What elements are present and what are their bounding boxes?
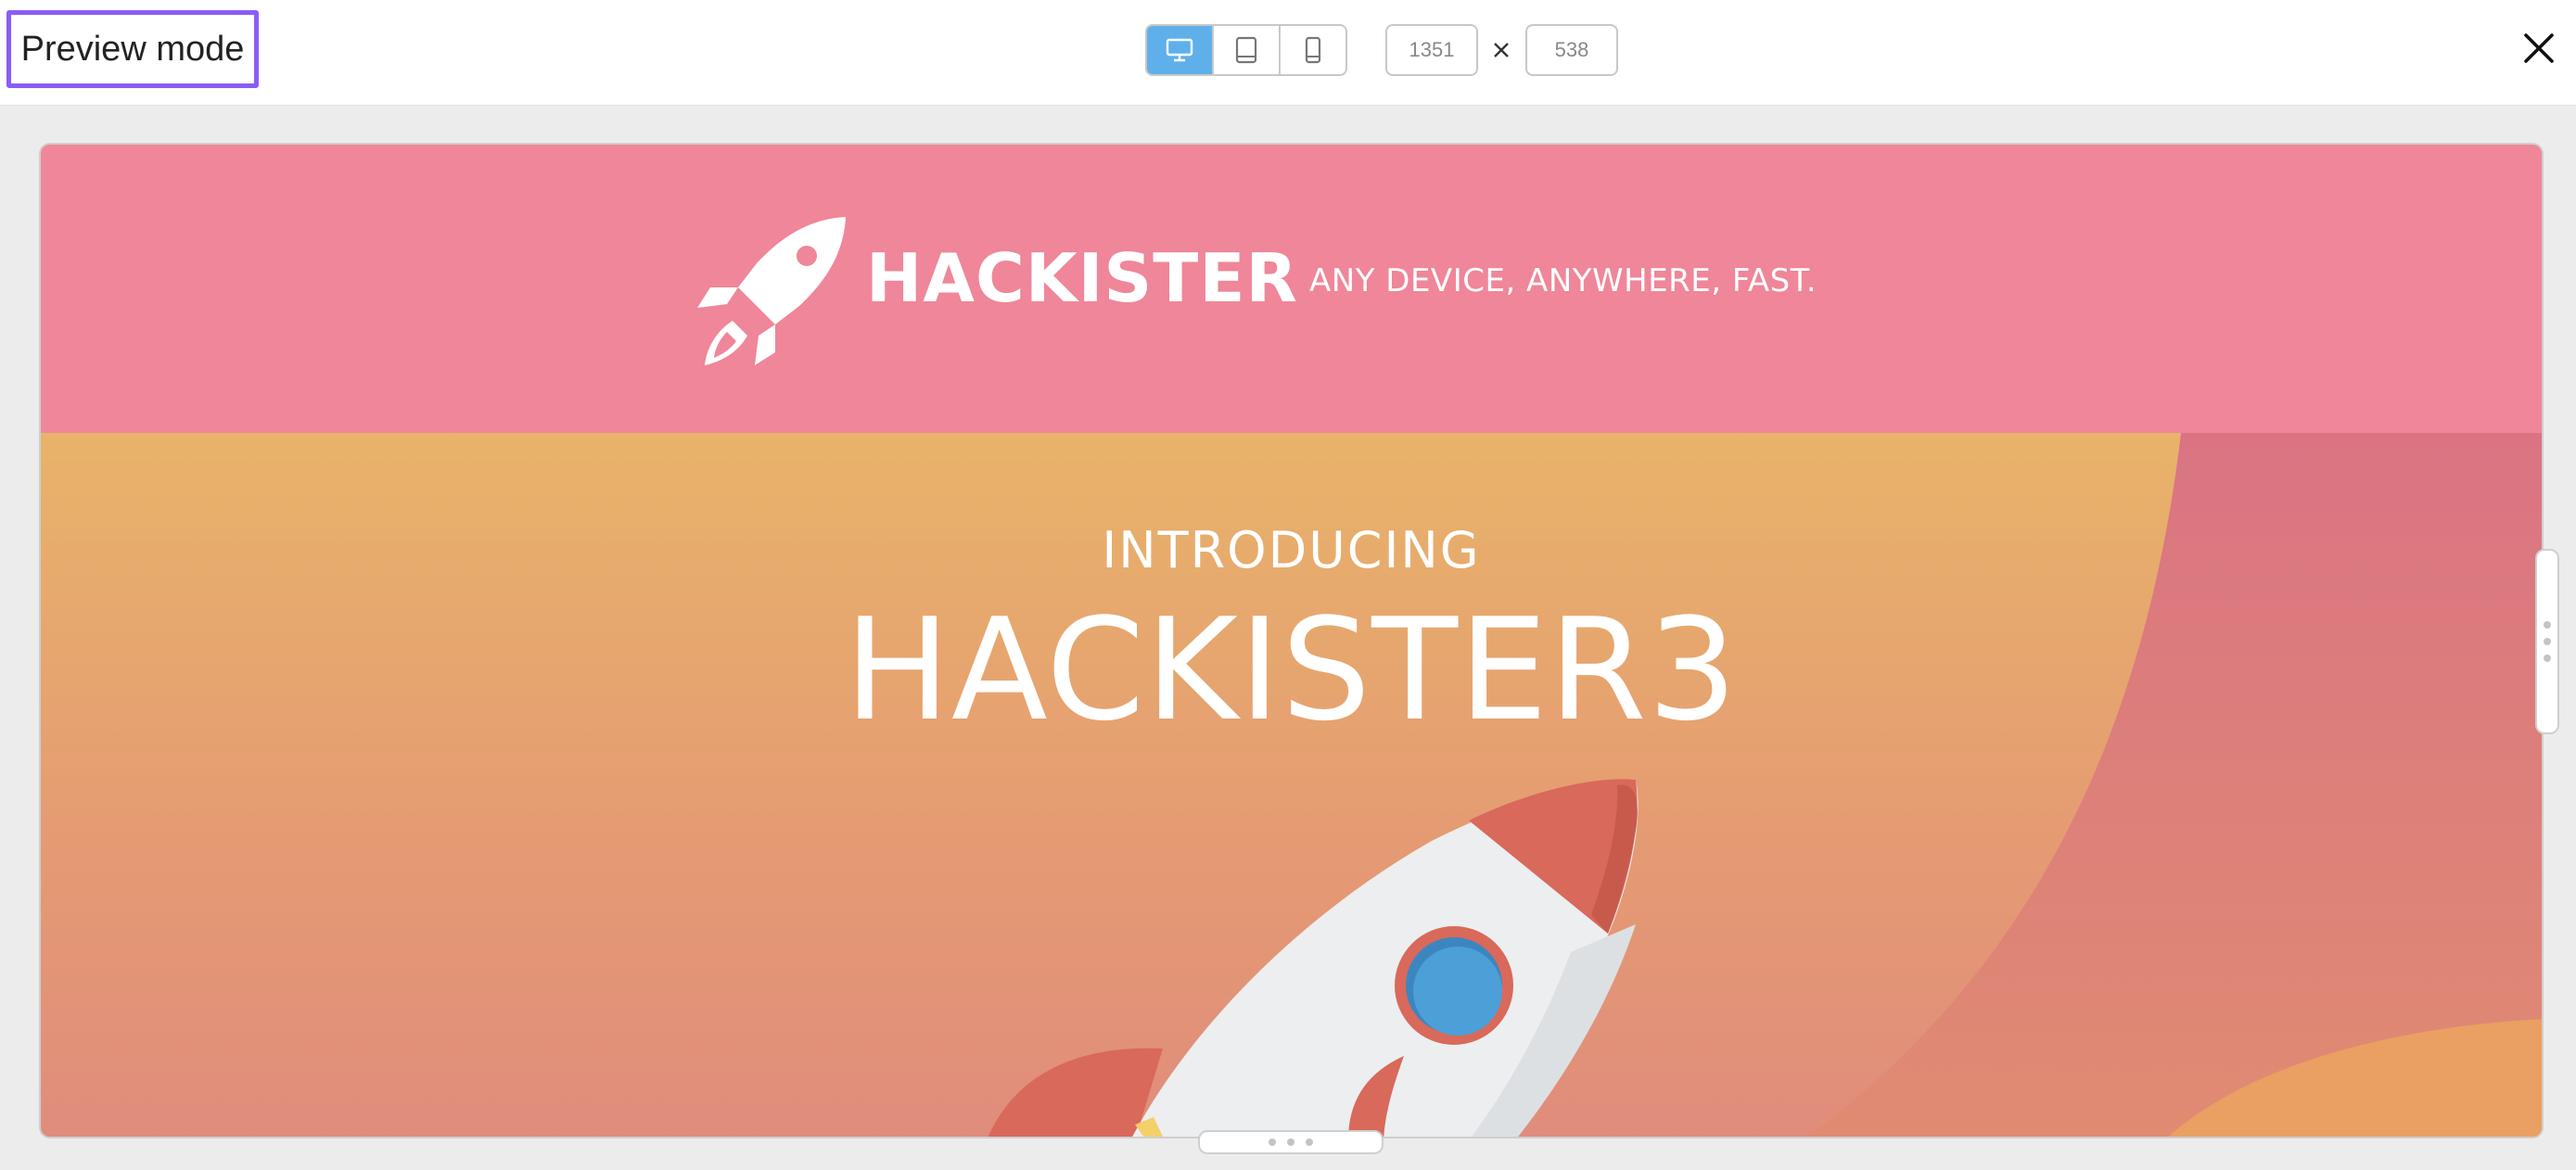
device-switcher xyxy=(1145,24,1347,76)
handle-dot xyxy=(2544,621,2551,629)
tablet-view-button[interactable] xyxy=(1214,26,1281,74)
desktop-view-button[interactable] xyxy=(1147,26,1214,74)
handle-dot xyxy=(2544,638,2551,645)
rocket-icon xyxy=(697,217,846,365)
mobile-view-button[interactable] xyxy=(1281,26,1345,74)
preview-mode-title: Preview mode xyxy=(6,10,259,88)
handle-dot xyxy=(2544,655,2551,662)
preview-toolbar: Preview mode xyxy=(0,0,2576,106)
close-icon xyxy=(2524,33,2554,63)
close-button[interactable] xyxy=(2519,28,2559,69)
preview-frame: HACKISTER ANY DEVICE, ANYWHERE, FAST. IN… xyxy=(39,143,2544,1138)
height-input[interactable] xyxy=(1525,24,1618,76)
hero-rocket-illustration xyxy=(988,779,1639,1137)
resize-handle-right[interactable] xyxy=(2535,549,2559,734)
tablet-icon xyxy=(1235,36,1257,64)
mobile-icon xyxy=(1305,36,1321,64)
handle-dot xyxy=(1269,1138,1276,1146)
handle-dot xyxy=(1287,1138,1294,1146)
width-input[interactable] xyxy=(1385,24,1478,76)
hero-section: INTRODUCING HACKISTER3 xyxy=(41,433,2542,1137)
handle-dot xyxy=(1306,1138,1313,1146)
times-icon xyxy=(1486,32,1517,69)
tagline: ANY DEVICE, ANYWHERE, FAST. xyxy=(1309,262,1817,299)
site-header: HACKISTER ANY DEVICE, ANYWHERE, FAST. xyxy=(41,145,2542,433)
desktop-icon xyxy=(1166,38,1193,62)
brand-name: HACKISTER xyxy=(866,239,1298,317)
resize-handle-bottom[interactable] xyxy=(1198,1130,1384,1154)
